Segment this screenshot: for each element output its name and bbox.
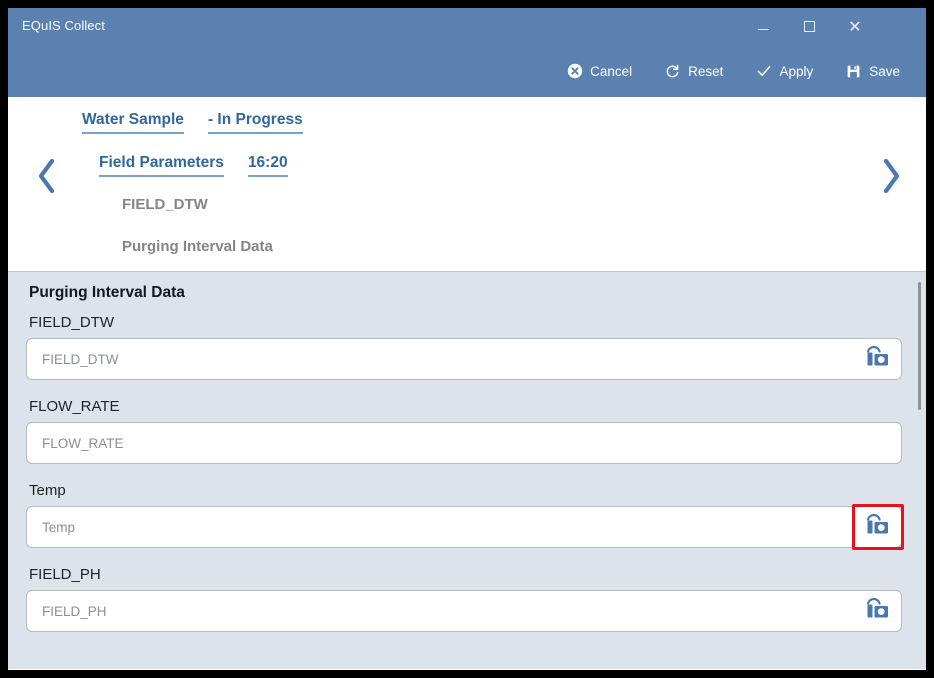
flow-rate-input[interactable] xyxy=(27,423,901,463)
form-scrollbar[interactable] xyxy=(918,282,921,662)
form-panel: Purging Interval Data FIELD_DTW xyxy=(8,272,926,669)
meter-device-icon xyxy=(865,344,891,374)
breadcrumb-row-3: FIELD_DTW xyxy=(122,196,208,213)
field-label-flow-rate: FLOW_RATE xyxy=(29,398,902,415)
chevron-right-icon xyxy=(878,156,904,201)
form-section-title: Purging Interval Data xyxy=(29,284,902,302)
floppy-disk-icon xyxy=(845,63,862,80)
breadcrumb-purging-interval-data: Purging Interval Data xyxy=(122,238,273,255)
minimize-icon xyxy=(758,29,769,30)
minimize-button[interactable] xyxy=(740,8,786,45)
breadcrumb-time[interactable]: 16:20 xyxy=(248,154,288,177)
command-bar: Cancel Reset Apply xyxy=(8,45,926,97)
chevron-left-icon xyxy=(34,156,60,201)
breadcrumb-row-1: Water Sample - In Progress xyxy=(82,111,303,134)
window-title: EQuIS Collect xyxy=(22,18,105,33)
field-input-wrapper-field-ph xyxy=(26,590,902,632)
breadcrumb-row-4: Purging Interval Data xyxy=(122,238,273,255)
meter-device-icon xyxy=(865,596,891,626)
save-button-label: Save xyxy=(869,64,900,79)
cancel-button[interactable]: Cancel xyxy=(566,63,632,80)
maximize-button[interactable] xyxy=(786,8,832,45)
application-window: EQuIS Collect ✕ Cancel xyxy=(8,8,926,670)
meter-device-icon xyxy=(865,512,891,542)
field-group-flow-rate: FLOW_RATE xyxy=(26,398,902,464)
reset-button-label: Reset xyxy=(688,64,723,79)
breadcrumb-water-sample[interactable]: Water Sample xyxy=(82,111,184,134)
field-label-temp: Temp xyxy=(29,482,902,499)
refresh-icon xyxy=(664,63,681,80)
meter-device-button-temp[interactable] xyxy=(852,504,904,550)
field-input-wrapper-flow-rate xyxy=(26,422,902,464)
field-dtw-input[interactable] xyxy=(27,339,855,379)
field-label-field-dtw: FIELD_DTW xyxy=(29,314,902,331)
field-group-field-ph: FIELD_PH xyxy=(26,566,902,632)
title-bar: EQuIS Collect ✕ xyxy=(8,8,926,45)
breadcrumb-navigation-region: Water Sample - In Progress Field Paramet… xyxy=(8,97,926,272)
close-button[interactable]: ✕ xyxy=(832,8,878,45)
cancel-circle-x-icon xyxy=(566,63,583,80)
check-icon xyxy=(755,63,772,80)
breadcrumb-field-parameters[interactable]: Field Parameters xyxy=(99,154,224,177)
reset-button[interactable]: Reset xyxy=(664,63,723,80)
breadcrumb-row-2: Field Parameters 16:20 xyxy=(99,154,288,177)
apply-button-label: Apply xyxy=(779,64,813,79)
field-group-field-dtw: FIELD_DTW xyxy=(26,314,902,380)
cancel-button-label: Cancel xyxy=(590,64,632,79)
form-scroll-container: Purging Interval Data FIELD_DTW xyxy=(8,272,926,669)
meter-device-button-field-ph[interactable] xyxy=(855,591,901,631)
maximize-icon xyxy=(804,21,815,32)
field-ph-input[interactable] xyxy=(27,591,855,631)
save-button[interactable]: Save xyxy=(845,63,900,80)
meter-device-button-field-dtw[interactable] xyxy=(855,339,901,379)
form-scrollbar-thumb[interactable] xyxy=(918,282,921,410)
temp-input[interactable] xyxy=(27,507,852,547)
breadcrumb-field-dtw: FIELD_DTW xyxy=(122,196,208,213)
field-input-wrapper-temp xyxy=(26,506,902,548)
breadcrumb-status-in-progress[interactable]: - In Progress xyxy=(208,111,303,134)
close-icon: ✕ xyxy=(848,19,861,35)
field-input-wrapper-field-dtw xyxy=(26,338,902,380)
next-record-button[interactable] xyxy=(870,153,912,203)
apply-button[interactable]: Apply xyxy=(755,63,813,80)
previous-record-button[interactable] xyxy=(26,153,68,203)
field-group-temp: Temp xyxy=(26,482,902,548)
field-label-field-ph: FIELD_PH xyxy=(29,566,902,583)
